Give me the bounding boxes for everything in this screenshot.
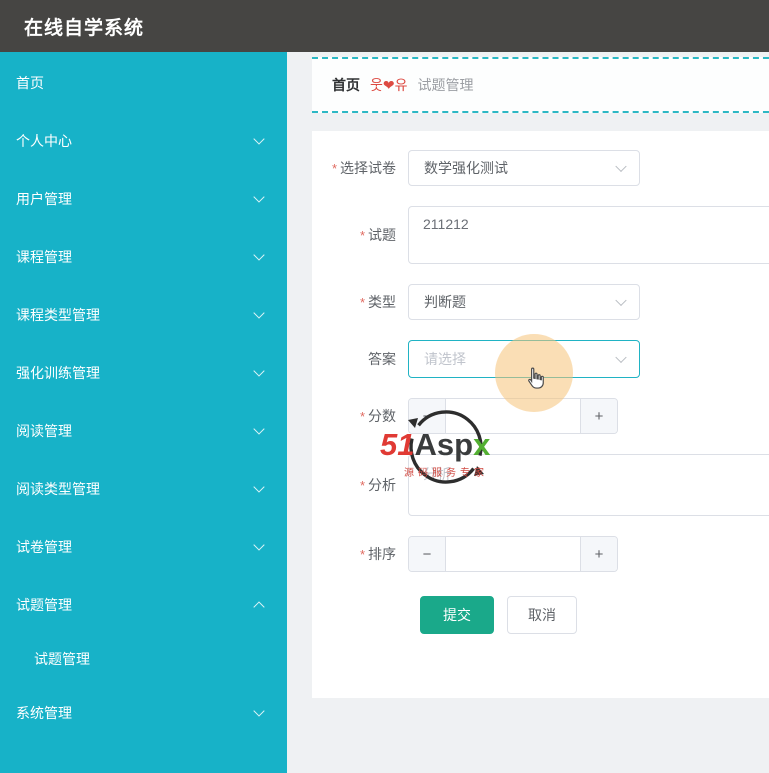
chevron-down-icon: [253, 133, 265, 145]
chevron-down-icon: [253, 423, 265, 435]
cancel-button[interactable]: 取消: [507, 596, 577, 634]
sidebar-item-label: 系统管理: [16, 705, 72, 721]
form-row-sort: * 排序 − +: [312, 536, 769, 572]
sidebar-item-reading-type-management[interactable]: 阅读类型管理: [0, 460, 287, 518]
required-mark: *: [359, 227, 365, 243]
sort-stepper: − +: [408, 536, 618, 572]
field-label: * 选择试卷: [331, 159, 396, 176]
sidebar-item-label: 试题管理: [16, 597, 72, 613]
sidebar-subitem-question-management[interactable]: 试题管理: [0, 634, 287, 684]
paper-select[interactable]: 数学强化测试: [408, 150, 640, 186]
field-label: 答案: [368, 350, 396, 367]
sidebar-item-paper-management[interactable]: 试卷管理: [0, 518, 287, 576]
form-row-answer: 答案 请选择: [312, 340, 769, 378]
analysis-textarea[interactable]: [408, 454, 769, 516]
form-row-type: * 类型 判断题: [312, 284, 769, 320]
sidebar-item-system-management[interactable]: 系统管理: [0, 684, 287, 742]
sidebar-item-label: 阅读管理: [16, 423, 72, 439]
sidebar-item-personal-center[interactable]: 个人中心: [0, 112, 287, 170]
chevron-down-icon: [615, 160, 627, 173]
score-stepper: − +: [408, 398, 618, 434]
sidebar-item-training-management[interactable]: 强化训练管理: [0, 344, 287, 402]
sort-input[interactable]: [446, 537, 580, 571]
chevron-down-icon: [253, 307, 265, 319]
required-mark: *: [359, 408, 365, 424]
sidebar-item-course-management[interactable]: 课程管理: [0, 228, 287, 286]
chevron-down-icon: [253, 191, 265, 203]
chevron-down-icon: [253, 539, 265, 551]
submit-button[interactable]: 提交: [420, 596, 494, 634]
field-label: * 类型: [359, 293, 396, 310]
sidebar-item-user-management[interactable]: 用户管理: [0, 170, 287, 228]
question-textarea[interactable]: 211212: [408, 206, 769, 264]
chevron-down-icon: [253, 365, 265, 377]
breadcrumb-current: 试题管理: [417, 77, 474, 93]
sidebar-item-reading-management[interactable]: 阅读管理: [0, 402, 287, 460]
sidebar-item-label: 试题管理: [34, 651, 90, 667]
sidebar-item-question-management[interactable]: 试题管理: [0, 576, 287, 634]
required-mark: *: [331, 160, 337, 176]
score-input[interactable]: [446, 399, 580, 433]
breadcrumb-separator: 웃❤유: [370, 77, 408, 93]
sort-decrease-button[interactable]: −: [409, 537, 446, 571]
sidebar-menu: 首页 个人中心 用户管理 课程管理 课程类型管理 强化训练管理 阅读管理 阅读类…: [0, 52, 287, 742]
chevron-down-icon: [253, 249, 265, 261]
sidebar-item-label: 课程管理: [16, 249, 72, 265]
form-card: * 选择试卷 数学强化测试 * 试题 211212 * 类型 判断题 答案 请选…: [312, 131, 769, 698]
sidebar: 首页 个人中心 用户管理 课程管理 课程类型管理 强化训练管理 阅读管理 阅读类…: [0, 52, 287, 773]
answer-select-placeholder: 请选择: [424, 351, 466, 367]
sidebar-item-label: 首页: [16, 75, 44, 91]
answer-select[interactable]: 请选择: [408, 340, 640, 378]
field-label: * 分数: [359, 407, 396, 424]
required-mark: *: [359, 294, 365, 310]
form-row-select-paper: * 选择试卷 数学强化测试: [312, 150, 769, 186]
type-select[interactable]: 判断题: [408, 284, 640, 320]
chevron-down-icon: [615, 294, 627, 307]
score-decrease-button[interactable]: −: [409, 399, 446, 433]
form-row-question: * 试题 211212: [312, 206, 769, 264]
sidebar-item-label: 个人中心: [16, 133, 72, 149]
sidebar-item-label: 课程类型管理: [16, 307, 100, 323]
field-label: * 试题: [359, 226, 396, 243]
breadcrumb-home-link[interactable]: 首页: [332, 75, 360, 95]
sidebar-item-label: 用户管理: [16, 191, 72, 207]
app-header: 在线自学系统: [0, 0, 769, 52]
chevron-up-icon: [253, 601, 265, 613]
paper-select-value: 数学强化测试: [424, 160, 508, 176]
sidebar-item-label: 试卷管理: [16, 539, 72, 555]
form-row-analysis: * 分析: [312, 454, 769, 516]
field-label: * 排序: [359, 545, 396, 562]
sort-increase-button[interactable]: +: [580, 537, 617, 571]
sidebar-item-home[interactable]: 首页: [0, 54, 287, 112]
type-select-value: 判断题: [424, 294, 466, 310]
score-increase-button[interactable]: +: [580, 399, 617, 433]
sidebar-item-label: 阅读类型管理: [16, 481, 100, 497]
form-row-score: * 分数 − +: [312, 398, 769, 434]
main-content: 首页 웃❤유 试题管理 * 选择试卷 数学强化测试 * 试题 211212 * 类型: [287, 52, 769, 773]
required-mark: *: [359, 546, 365, 562]
sidebar-item-label: 强化训练管理: [16, 365, 100, 381]
chevron-down-icon: [253, 705, 265, 717]
required-mark: *: [359, 477, 365, 493]
form-actions: 提交 取消: [420, 596, 769, 634]
chevron-down-icon: [253, 481, 265, 493]
sidebar-item-course-type-management[interactable]: 课程类型管理: [0, 286, 287, 344]
breadcrumb: 首页 웃❤유 试题管理: [312, 57, 769, 113]
field-label: * 分析: [359, 476, 396, 493]
app-title: 在线自学系统: [24, 17, 145, 39]
chevron-down-icon: [615, 351, 627, 364]
